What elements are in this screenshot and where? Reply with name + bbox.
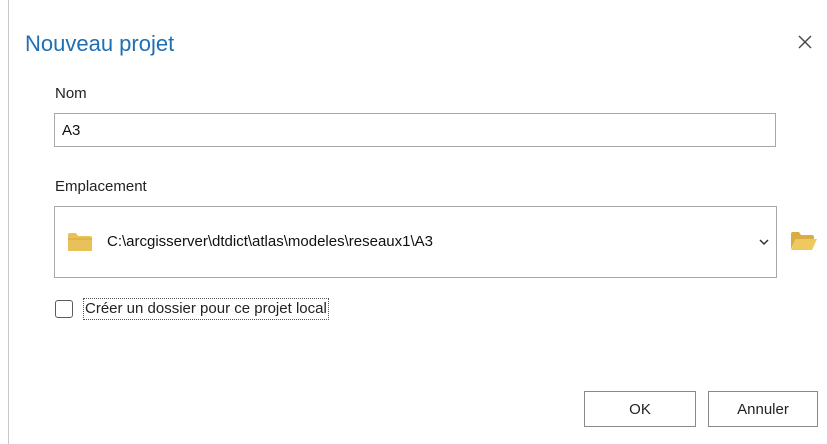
new-project-dialog: Nouveau projet Nom Emplacement C:\arcgis… bbox=[8, 0, 827, 444]
location-label: Emplacement bbox=[55, 178, 147, 195]
cancel-button[interactable]: Annuler bbox=[708, 391, 818, 427]
folder-open-icon bbox=[791, 232, 817, 250]
create-folder-checkbox[interactable] bbox=[55, 300, 73, 318]
chevron-down-icon[interactable] bbox=[758, 237, 770, 247]
browse-folder-button[interactable] bbox=[789, 228, 819, 254]
location-dropdown[interactable]: C:\arcgisserver\dtdict\atlas\modeles\res… bbox=[54, 206, 777, 278]
close-button[interactable] bbox=[791, 28, 819, 56]
close-icon bbox=[798, 35, 812, 49]
location-path: C:\arcgisserver\dtdict\atlas\modeles\res… bbox=[107, 233, 433, 250]
create-folder-option[interactable]: Créer un dossier pour ce projet local bbox=[55, 296, 329, 322]
ok-button[interactable]: OK bbox=[584, 391, 696, 427]
create-folder-label: Créer un dossier pour ce projet local bbox=[83, 298, 329, 320]
dialog-title: Nouveau projet bbox=[25, 31, 175, 56]
name-label: Nom bbox=[55, 85, 87, 102]
folder-icon bbox=[68, 233, 92, 251]
name-input[interactable] bbox=[54, 113, 776, 147]
